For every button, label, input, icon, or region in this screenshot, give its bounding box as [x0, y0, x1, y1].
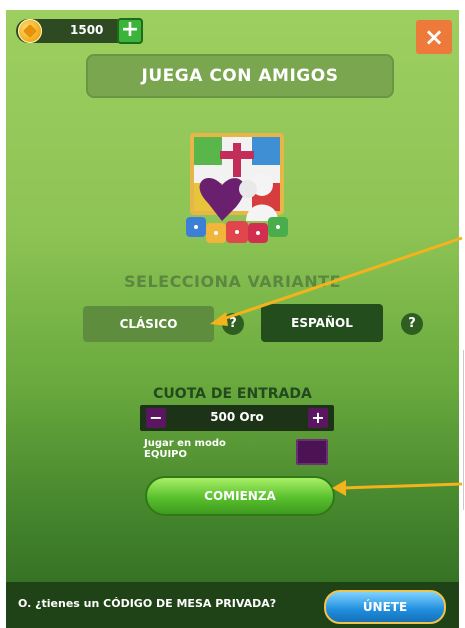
- add-coins-button[interactable]: +: [117, 18, 143, 44]
- private-code-prompt: O. ¿tienes un CÓDIGO DE MESA PRIVADA?: [18, 597, 277, 610]
- variant-clasico-button[interactable]: CLÁSICO: [83, 306, 214, 342]
- coin-balance: 1500 +: [16, 18, 143, 44]
- decrease-fee-button[interactable]: −: [146, 408, 166, 428]
- team-mode-checkbox[interactable]: [296, 439, 328, 465]
- ludo-game-logo: [186, 133, 288, 243]
- game-screen: 1500 + × JUEGA CON AMIGOS SELECCIONA VAR…: [6, 10, 459, 628]
- entry-fee-stepper: − 500 Oro +: [140, 405, 334, 431]
- coin-icon: [18, 19, 42, 43]
- variant-espanol-button[interactable]: ESPAÑOL: [261, 304, 383, 342]
- close-button[interactable]: ×: [416, 20, 452, 54]
- increase-fee-button[interactable]: +: [308, 408, 328, 428]
- help-clasico-icon[interactable]: ?: [222, 313, 244, 335]
- coin-value: 1500: [70, 23, 104, 37]
- join-button[interactable]: ÚNETE: [324, 590, 446, 624]
- scroll-edge: [463, 350, 464, 510]
- private-table-footer: O. ¿tienes un CÓDIGO DE MESA PRIVADA? ÚN…: [6, 582, 459, 628]
- variant-heading: SELECCIONA VARIANTE: [123, 272, 342, 291]
- start-button[interactable]: COMIENZA: [145, 476, 335, 516]
- page-title: JUEGA CON AMIGOS: [86, 54, 394, 98]
- help-espanol-icon[interactable]: ?: [401, 313, 423, 335]
- team-mode-label: Jugar en modo EQUIPO: [144, 438, 226, 460]
- entry-fee-value: 500 Oro: [210, 410, 264, 424]
- entry-fee-heading: CUOTA DE ENTRADA: [153, 386, 312, 402]
